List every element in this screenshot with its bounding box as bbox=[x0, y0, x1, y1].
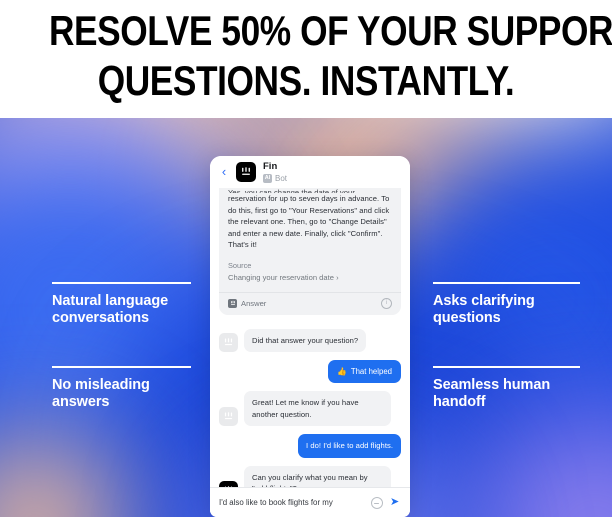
feature-label: Asks clarifying questions bbox=[433, 293, 535, 326]
bot-name: Fin bbox=[263, 161, 278, 172]
chat-bubble-bot: Can you clarify what you mean by "add fl… bbox=[244, 465, 391, 487]
that-helped-label: That helped bbox=[350, 367, 392, 377]
chat-bubble-user: I do! I'd like to add flights. bbox=[298, 434, 401, 458]
ai-badge-icon: AI bbox=[263, 174, 272, 183]
feature-rule bbox=[52, 282, 191, 284]
feature-asks-clarifying-questions: Asks clarifying questions bbox=[433, 282, 581, 327]
feature-seamless-human-handoff: Seamless human handoff bbox=[433, 366, 581, 411]
answer-body: Yes, you can change the date of your res… bbox=[228, 188, 392, 251]
chat-message-row: Great! Let me know if you have another q… bbox=[210, 391, 410, 427]
chat-message-row: 👍 That helped bbox=[210, 360, 410, 384]
ai-badge-icon bbox=[228, 298, 237, 308]
headline-line-1: RESOLVE 50% OF YOUR SUPPORT bbox=[48, 7, 612, 54]
chat-bubble-bot: Did that answer your question? bbox=[244, 328, 367, 353]
that-helped-button[interactable]: 👍 That helped bbox=[328, 360, 401, 384]
chat-message-list[interactable]: Yes, you can change the date of your res… bbox=[210, 188, 410, 487]
chevron-left-icon[interactable]: ‹ bbox=[218, 165, 230, 179]
fin-identity: Fin AI Bot bbox=[263, 161, 287, 183]
fin-bot-avatar-icon bbox=[219, 333, 238, 353]
bot-badge-label: Bot bbox=[275, 174, 288, 183]
chat-bubble-bot: Great! Let me know if you have another q… bbox=[244, 391, 391, 427]
source-link[interactable]: Changing your reservation date › bbox=[228, 272, 392, 292]
feature-label: No misleading answers bbox=[52, 377, 150, 410]
source-label: Source bbox=[228, 260, 252, 270]
feature-natural-language-conversations: Natural language conversations bbox=[52, 282, 192, 327]
feature-rule bbox=[52, 366, 191, 368]
fin-bot-avatar-icon bbox=[219, 407, 238, 427]
answer-footer-label: Answer bbox=[241, 298, 267, 308]
thumbs-up-icon: 👍 bbox=[337, 367, 347, 377]
chat-header: ‹ Fin AI Bot bbox=[210, 156, 410, 188]
feature-label: Seamless human handoff bbox=[433, 377, 551, 410]
send-arrow-icon[interactable]: ➤ bbox=[390, 497, 401, 508]
answer-body-text: reservation for up to seven days in adva… bbox=[228, 194, 390, 250]
chat-widget: ‹ Fin AI Bot Yes, you can change the dat… bbox=[210, 156, 410, 517]
answer-card: Yes, you can change the date of your res… bbox=[219, 188, 401, 315]
chat-message-row: Did that answer your question? bbox=[210, 328, 410, 353]
chat-message-row: I do! I'd like to add flights. bbox=[210, 434, 410, 458]
info-circle-icon[interactable]: i bbox=[381, 297, 392, 309]
emoji-icon[interactable] bbox=[371, 496, 383, 509]
answer-footer: Answer i bbox=[219, 291, 401, 315]
message-input[interactable] bbox=[219, 497, 371, 508]
fin-bot-avatar-icon bbox=[236, 162, 256, 182]
chat-message-row: Can you clarify what you mean by "add fl… bbox=[210, 465, 410, 487]
headline-line-2: QUESTIONS. INSTANTLY. bbox=[97, 57, 515, 104]
chat-composer: ➤ bbox=[210, 487, 410, 517]
hero-banner: RESOLVE 50% OF YOUR SUPPORT QUESTIONS. I… bbox=[0, 0, 612, 118]
feature-rule bbox=[433, 282, 580, 284]
fin-bot-avatar-icon bbox=[219, 481, 238, 487]
feature-no-misleading-answers: No misleading answers bbox=[52, 366, 192, 411]
page-title: RESOLVE 50% OF YOUR SUPPORT QUESTIONS. I… bbox=[48, 6, 612, 106]
bot-badge: AI Bot bbox=[263, 174, 287, 183]
answer-clipped-line: Yes, you can change the date of your bbox=[228, 188, 355, 193]
feature-rule bbox=[433, 366, 580, 368]
feature-label: Natural language conversations bbox=[52, 293, 169, 326]
